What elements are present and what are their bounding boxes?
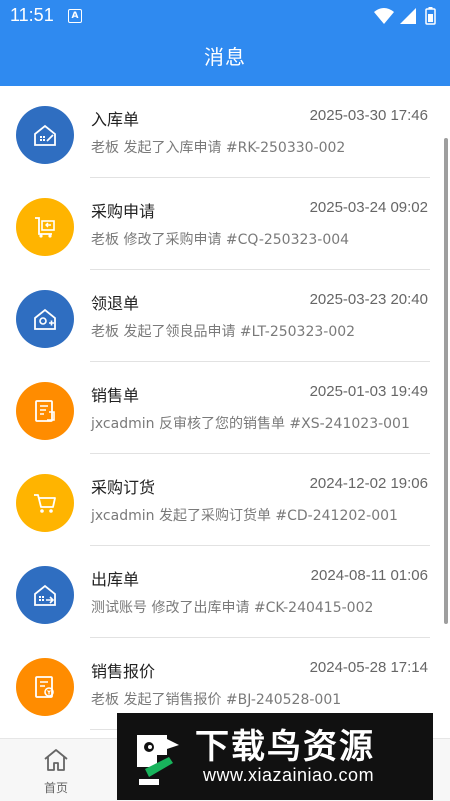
message-desc: 老板 发起了销售报价 #BJ-240528-001 bbox=[91, 692, 342, 708]
sales-quote-icon bbox=[16, 658, 74, 716]
status-time: 11:51 bbox=[10, 5, 54, 25]
message-desc: 老板 修改了采购申请 #CQ-250323-004 bbox=[91, 232, 350, 248]
cart-icon bbox=[16, 474, 74, 532]
tab-home-label: 首页 bbox=[43, 781, 68, 795]
wifi-icon bbox=[374, 8, 394, 24]
page-title: 消息 bbox=[204, 45, 246, 69]
message-item[interactable]: 入库单 2025-03-30 17:46 老板 发起了入库申请 #RK-2503… bbox=[0, 86, 450, 178]
message-title: 入库单 bbox=[91, 110, 140, 129]
message-title: 采购订货 bbox=[91, 478, 156, 497]
message-time: 2025-01-03 19:49 bbox=[309, 383, 428, 400]
message-title: 销售报价 bbox=[91, 662, 156, 681]
message-item[interactable]: 销售单 2025-01-03 19:49 jxcadmin 反审核了您的销售单 … bbox=[0, 362, 450, 454]
requisition-return-icon bbox=[16, 290, 74, 348]
message-time: 2024-08-11 01:06 bbox=[310, 567, 428, 584]
message-title: 出库单 bbox=[91, 570, 140, 589]
warehouse-in-icon bbox=[16, 106, 74, 164]
purchase-request-icon bbox=[16, 198, 74, 256]
message-desc: 测试账号 修改了出库申请 #CK-240415-002 bbox=[91, 600, 374, 616]
message-item[interactable]: 采购订货 2024-12-02 19:06 jxcadmin 发起了采购订货单 … bbox=[0, 454, 450, 546]
notification-icon: A bbox=[68, 9, 82, 23]
message-desc: 老板 发起了入库申请 #RK-250330-002 bbox=[91, 140, 346, 156]
message-time: 2025-03-24 09:02 bbox=[309, 199, 428, 216]
message-desc: jxcadmin 反审核了您的销售单 #XS-241023-001 bbox=[91, 416, 410, 432]
watermark-title: 下载鸟资源 bbox=[195, 727, 375, 767]
header: 消息 bbox=[0, 32, 450, 86]
message-time: 2024-05-28 17:14 bbox=[309, 659, 428, 676]
watermark-banner: 下载鸟资源 www.xiazainiao.com bbox=[117, 713, 433, 800]
battery-icon bbox=[425, 7, 436, 25]
scrollbar[interactable] bbox=[444, 138, 448, 624]
message-list: 入库单 2025-03-30 17:46 老板 发起了入库申请 #RK-2503… bbox=[0, 86, 450, 730]
message-title: 采购申请 bbox=[91, 202, 156, 221]
home-icon bbox=[44, 749, 68, 771]
message-time: 2024-12-02 19:06 bbox=[309, 475, 428, 492]
message-item[interactable]: 领退单 2025-03-23 20:40 老板 发起了领良品申请 #LT-250… bbox=[0, 270, 450, 362]
tab-home[interactable]: 首页 bbox=[0, 739, 112, 801]
status-bar: 11:51 A bbox=[0, 0, 450, 32]
bird-logo-icon bbox=[137, 735, 179, 785]
message-desc: jxcadmin 发起了采购订货单 #CD-241202-001 bbox=[91, 508, 398, 524]
message-item[interactable]: 采购申请 2025-03-24 09:02 老板 修改了采购申请 #CQ-250… bbox=[0, 178, 450, 270]
message-time: 2025-03-30 17:46 bbox=[309, 107, 428, 124]
message-desc: 老板 发起了领良品申请 #LT-250323-002 bbox=[91, 324, 356, 340]
message-title: 销售单 bbox=[91, 386, 140, 405]
signal-icon bbox=[400, 8, 416, 24]
sales-order-icon bbox=[16, 382, 74, 440]
message-time: 2025-03-23 20:40 bbox=[309, 291, 428, 308]
warehouse-out-icon bbox=[16, 566, 74, 624]
message-title: 领退单 bbox=[91, 294, 140, 313]
watermark-url: www.xiazainiao.com bbox=[203, 765, 375, 785]
message-item[interactable]: 出库单 2024-08-11 01:06 测试账号 修改了出库申请 #CK-24… bbox=[0, 546, 450, 638]
status-icons bbox=[372, 6, 442, 26]
